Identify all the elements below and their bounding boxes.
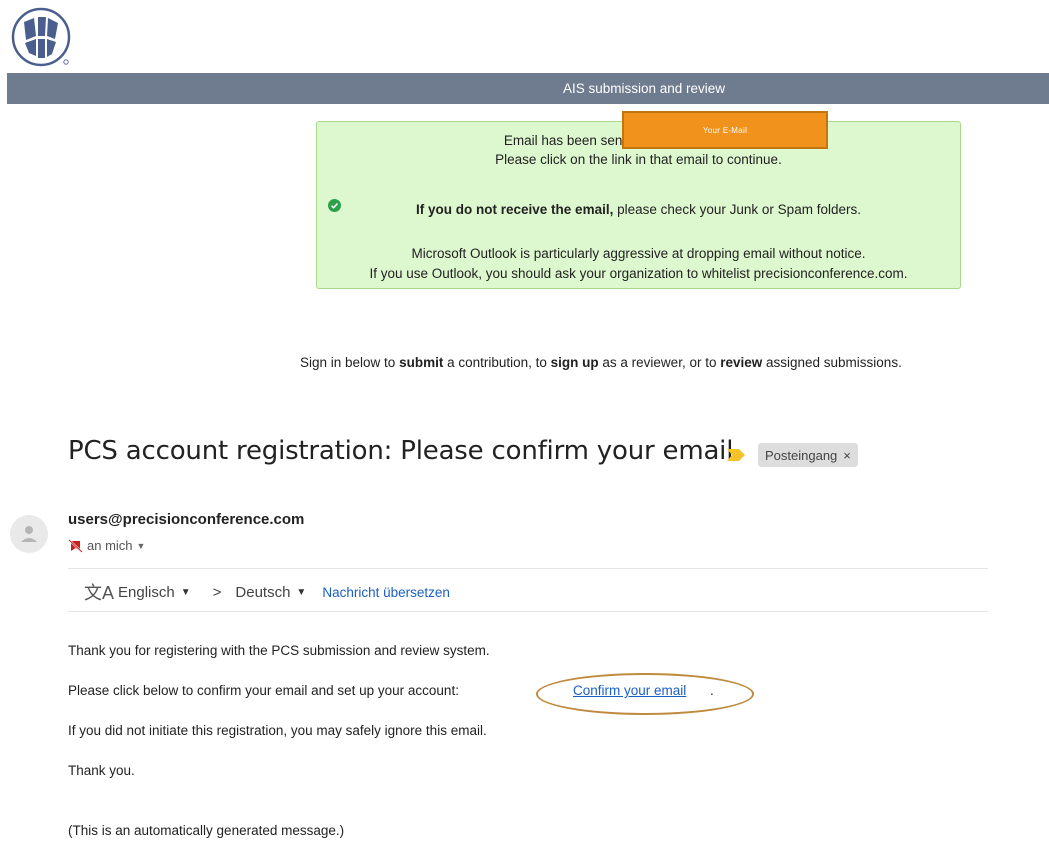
translate-message-link[interactable]: Nachricht übersetzen [322,585,450,600]
chevron-down-icon: ▼ [296,586,307,598]
translate-icon: 文A [84,583,115,603]
signin-instructions: Sign in below to submit a contribution, … [300,355,902,370]
sender-address[interactable]: users@precisionconference.com [68,511,304,528]
translate-bar: 文A Englisch ▼ > Deutsch ▼ Nachricht über… [84,580,450,604]
close-icon[interactable]: × [843,448,851,463]
sign-up-keyword: sign up [550,355,599,370]
notice-warning-bold: If you do not receive the email, [416,202,614,217]
recipient-text: an mich [87,538,133,553]
notice-sent-text: Email has been sent to [503,133,642,148]
notice-outlook-line2: If you use Outlook, you should ask your … [369,266,908,281]
divider [68,611,988,612]
source-language-select[interactable]: Englisch ▼ [118,584,191,601]
notice-continue-text: Please click on the link in that email t… [495,152,782,167]
site-banner: AIS submission and review [7,73,1049,104]
highlight-annotation [536,673,754,715]
ais-logo-icon [11,7,71,67]
body-line-ignore: If you did not initiate this registratio… [68,723,487,738]
arrow-right-icon: > [212,583,222,601]
label-chip-inbox[interactable]: Posteingang × [758,443,858,467]
label-chip-text: Posteingang [765,447,838,463]
body-line-confirm-instructions: Please click below to confirm your email… [68,683,459,698]
recipient-details[interactable]: an mich ▼ [68,538,145,553]
redacted-email-box: Your E-Mail [622,111,828,149]
notice-outlook-line1: Microsoft Outlook is particularly aggres… [411,246,866,261]
notice-warning: If you do not receive the email, please … [317,202,960,217]
chevron-down-icon[interactable]: ▼ [137,541,146,551]
notice-warning-rest: please check your Junk or Spam folders. [613,202,861,217]
important-marker-icon[interactable] [726,448,746,462]
chevron-down-icon: ▼ [180,586,191,598]
body-line-auto-generated: (This is an automatically generated mess… [68,823,345,838]
submit-keyword: submit [399,355,444,370]
email-sent-notice: Email has been sent to Your E-Mail Pleas… [316,111,961,289]
avatar[interactable] [10,515,48,553]
divider [68,568,988,569]
body-line-thanks-registering: Thank you for registering with the PCS s… [68,643,490,658]
email-subject: PCS account registration: Please confirm… [68,436,734,466]
muted-bell-icon [68,538,83,553]
review-keyword: review [720,355,763,370]
banner-title: AIS submission and review [562,81,726,96]
body-line-thank-you: Thank you. [68,763,135,778]
target-language-select[interactable]: Deutsch ▼ [235,584,306,601]
